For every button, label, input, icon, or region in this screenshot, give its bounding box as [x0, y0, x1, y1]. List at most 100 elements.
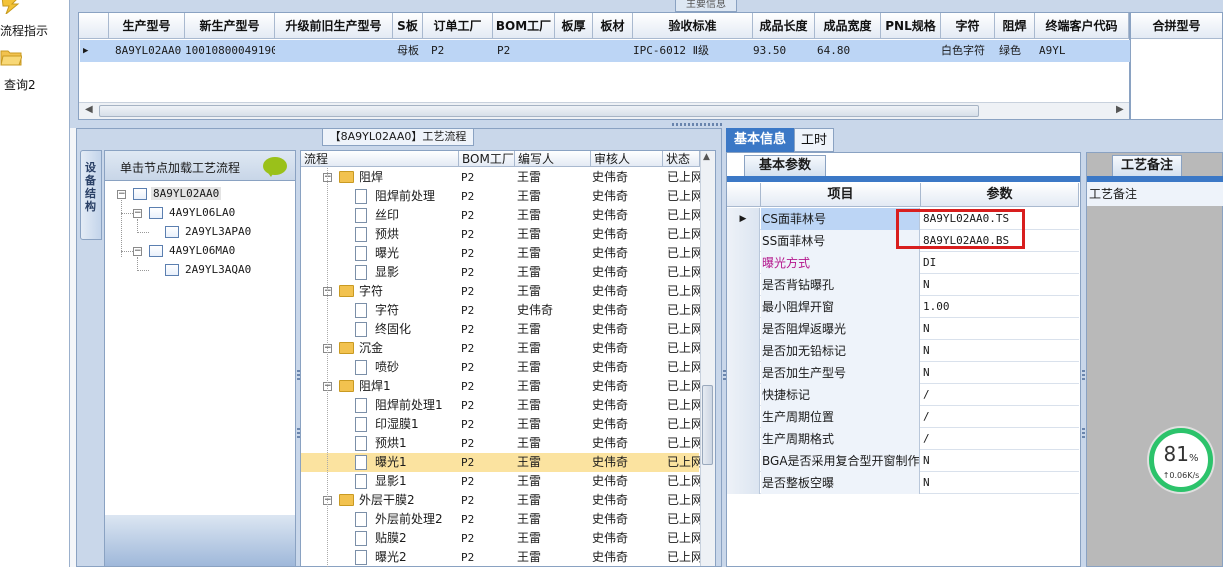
flow-row[interactable]: 丝印 P2 王雷 史伟奇 已上网 — [301, 206, 700, 225]
flow-row[interactable]: − 外层干膜2 P2 王雷 史伟奇 已上网 — [301, 491, 700, 510]
splitter-grip-icon[interactable] — [1082, 428, 1085, 440]
flow-row[interactable]: 阻焊前处理 P2 王雷 史伟奇 已上网 — [301, 187, 700, 206]
row-selector[interactable] — [727, 450, 760, 472]
flow-row[interactable]: 喷砂 P2 王雷 史伟奇 已上网 — [301, 358, 700, 377]
row-selector[interactable] — [727, 384, 760, 406]
flow-col-header[interactable]: 流程 — [301, 151, 459, 167]
scroll-thumb[interactable] — [702, 385, 713, 465]
param-row[interactable]: 曝光方式 DI — [727, 252, 1079, 274]
param-row[interactable]: 生产周期格式 / — [727, 428, 1079, 450]
table-cell[interactable]: 8A9YL02AA0 — [111, 40, 185, 62]
param-value[interactable]: / — [921, 384, 1079, 406]
row-selector[interactable] — [727, 274, 760, 296]
col-header[interactable]: 验收标准 — [633, 13, 753, 39]
param-row[interactable]: 是否整板空曝 N — [727, 472, 1079, 494]
col-header[interactable]: BOM工厂 — [493, 13, 555, 39]
vertical-scrollbar[interactable]: ▲ — [700, 151, 715, 566]
table-cell[interactable]: 93.50 — [749, 40, 811, 62]
flow-row[interactable]: 阻焊前处理1 P2 王雷 史伟奇 已上网 — [301, 396, 700, 415]
table-cell[interactable] — [275, 40, 393, 62]
collapse-icon[interactable]: − — [133, 209, 142, 218]
tab-process-flow[interactable]: 【8A9YL02AA0】工艺流程 — [322, 128, 474, 146]
table-cell[interactable] — [881, 40, 941, 62]
col-header[interactable]: 字符 — [941, 13, 995, 39]
flow-row[interactable]: − 阻焊 P2 王雷 史伟奇 已上网 — [301, 168, 700, 187]
param-row[interactable]: 是否阻焊返曝光 N — [727, 318, 1079, 340]
merge-model-header[interactable]: 合拼型号 — [1131, 13, 1222, 39]
param-value[interactable]: N — [921, 450, 1079, 472]
table-cell[interactable]: 绿色 — [995, 40, 1035, 62]
row-selector[interactable] — [727, 472, 760, 494]
flow-row[interactable]: − 沉金 P2 王雷 史伟奇 已上网 — [301, 339, 700, 358]
row-selector[interactable] — [727, 296, 760, 318]
splitter-grip-icon[interactable] — [672, 123, 722, 126]
param-value[interactable]: 1.00 — [921, 296, 1079, 318]
col-header[interactable]: 订单工厂 — [423, 13, 493, 39]
flow-col-header[interactable]: 编写人 — [515, 151, 591, 167]
row-selector[interactable] — [727, 406, 760, 428]
side-tab-equipment[interactable]: 设备结构 — [80, 150, 102, 240]
splitter-grip-icon[interactable] — [723, 370, 726, 382]
col-header[interactable]: 成品宽度 — [815, 13, 881, 39]
tab-work-hours[interactable]: 工时 — [794, 128, 834, 152]
table-cell[interactable]: A9YL — [1035, 40, 1129, 62]
flow-row[interactable]: 预烘 P2 王雷 史伟奇 已上网 — [301, 225, 700, 244]
table-cell[interactable] — [593, 40, 633, 62]
tree-node[interactable]: 8A9YL02AA0 — [151, 186, 222, 202]
col-header[interactable]: 新生产型号 — [185, 13, 275, 39]
tab-basic-info[interactable]: 基本信息 — [726, 128, 794, 152]
col-header-value[interactable]: 参数 — [921, 183, 1079, 207]
row-selector[interactable] — [727, 230, 760, 252]
param-row[interactable]: 生产周期位置 / — [727, 406, 1079, 428]
flow-row[interactable]: 印湿膜1 P2 王雷 史伟奇 已上网 — [301, 415, 700, 434]
tree-node[interactable]: 4A9YL06LA0 — [169, 205, 235, 221]
flow-row[interactable]: 字符 P2 史伟奇 史伟奇 已上网 — [301, 301, 700, 320]
col-header[interactable]: 板厚 — [555, 13, 593, 39]
splitter-grip-icon[interactable] — [1082, 370, 1085, 382]
row-selector[interactable] — [727, 428, 760, 450]
param-value[interactable]: / — [921, 428, 1079, 450]
param-value[interactable]: N — [921, 472, 1079, 494]
col-header[interactable]: 阻焊 — [995, 13, 1035, 39]
col-header[interactable]: 板材 — [593, 13, 633, 39]
table-cell[interactable]: P2 — [493, 40, 555, 62]
tree-node[interactable]: 2A9YL3AQA0 — [185, 262, 251, 278]
col-header-item[interactable]: 项目 — [761, 183, 921, 207]
col-header[interactable]: 生产型号 — [109, 13, 185, 39]
table-cell[interactable]: 白色字符 — [937, 40, 995, 62]
flow-row[interactable]: 显影1 P2 王雷 史伟奇 已上网 — [301, 472, 700, 491]
param-row[interactable]: 是否加无铅标记 N — [727, 340, 1079, 362]
flow-row[interactable]: 显影 P2 王雷 史伟奇 已上网 — [301, 263, 700, 282]
row-selector[interactable]: ▶ — [727, 208, 760, 230]
row-selector[interactable] — [727, 318, 760, 340]
flow-col-header[interactable]: BOM工厂 — [459, 151, 515, 167]
table-cell[interactable]: 64.80 — [813, 40, 879, 62]
flow-col-header[interactable]: 状态 — [663, 151, 700, 167]
table-cell[interactable]: 母板 — [393, 40, 429, 62]
col-header[interactable]: 终端客户代码 — [1035, 13, 1129, 39]
tab-basic-params[interactable]: 基本参数 — [744, 155, 826, 177]
flow-row[interactable]: 外层前处理2 P2 王雷 史伟奇 已上网 — [301, 510, 700, 529]
flow-row[interactable]: 贴膜2 P2 王雷 史伟奇 已上网 — [301, 529, 700, 548]
param-row[interactable]: 快捷标记 / — [727, 384, 1079, 406]
scroll-up-icon[interactable]: ▲ — [703, 152, 710, 162]
horizontal-scrollbar[interactable]: ◀ ▶ — [79, 102, 1129, 119]
param-value[interactable]: / — [921, 406, 1079, 428]
table-cell[interactable]: P2 — [427, 40, 493, 62]
collapse-icon[interactable]: − — [117, 190, 126, 199]
scroll-thumb[interactable] — [99, 105, 979, 117]
scroll-right-icon[interactable]: ▶ — [1116, 104, 1124, 115]
launcher-item-query[interactable]: 查询2 — [0, 44, 70, 92]
param-value[interactable]: DI — [921, 252, 1079, 274]
flow-row[interactable]: − 阻焊1 P2 王雷 史伟奇 已上网 — [301, 377, 700, 396]
table-cell[interactable] — [555, 40, 593, 62]
param-value[interactable]: N — [921, 362, 1079, 384]
param-row[interactable]: 是否背钻曝孔 N — [727, 274, 1079, 296]
col-header[interactable]: PNL规格 — [881, 13, 941, 39]
param-row[interactable]: 最小阻焊开窗 1.00 — [727, 296, 1079, 318]
col-header[interactable]: 成品长度 — [753, 13, 815, 39]
table-cell[interactable]: IPC-6012 Ⅱ级 — [629, 40, 753, 62]
flow-row[interactable]: 预烘1 P2 王雷 史伟奇 已上网 — [301, 434, 700, 453]
launcher-item-flow[interactable]: 流程指示 — [0, 0, 70, 40]
param-value[interactable]: N — [921, 274, 1079, 296]
